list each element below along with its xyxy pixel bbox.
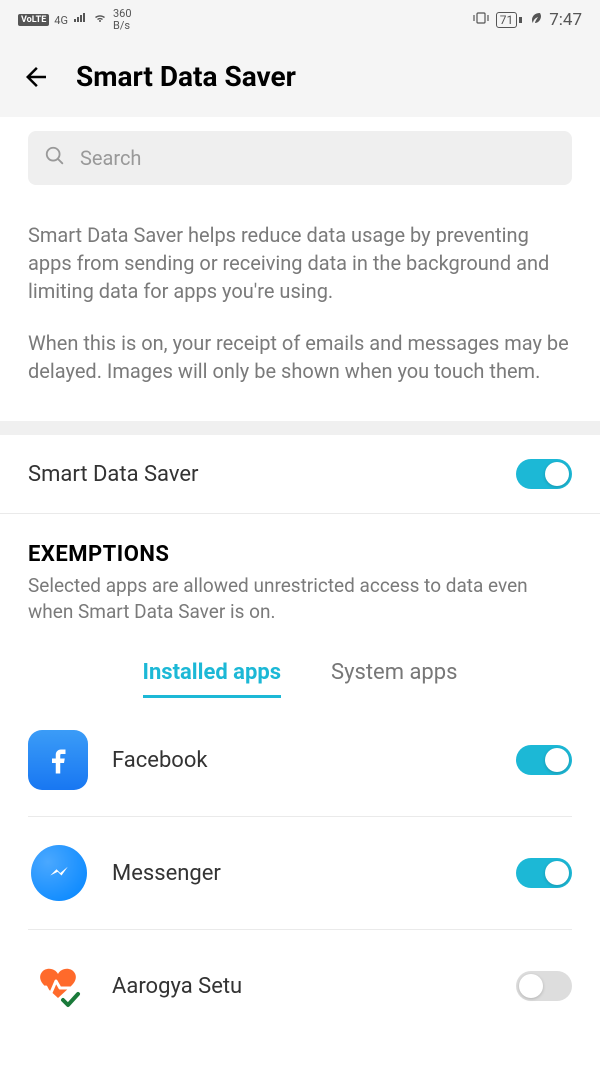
app-name-label: Messenger: [112, 861, 492, 886]
battery-tip-icon: [519, 12, 523, 28]
wifi-icon: [92, 12, 108, 28]
app-list: Facebook Messenger: [0, 704, 600, 1042]
app-toggle-messenger[interactable]: [516, 858, 572, 888]
status-left: VoLTE 4G 360 B/s: [18, 8, 132, 32]
messenger-icon: [28, 843, 88, 903]
search-section: Search: [0, 117, 600, 185]
app-row-facebook: Facebook: [28, 704, 572, 817]
search-input[interactable]: Search: [28, 131, 572, 185]
app-row-messenger: Messenger: [28, 817, 572, 930]
smart-data-saver-label: Smart Data Saver: [28, 462, 199, 487]
volte-badge: VoLTE: [18, 14, 49, 26]
arrow-left-icon: [21, 62, 51, 92]
smart-data-saver-row: Smart Data Saver: [0, 435, 600, 514]
search-icon: [44, 145, 66, 171]
aarogya-icon: [28, 956, 88, 1016]
page-title: Smart Data Saver: [76, 60, 296, 93]
app-name-label: Aarogya Setu: [112, 974, 492, 999]
app-toggle-aarogya[interactable]: [516, 971, 572, 1001]
section-divider: [0, 421, 600, 435]
status-right: 71 7:47: [472, 10, 582, 30]
facebook-icon: [28, 730, 88, 790]
network-4g: 4G: [54, 15, 68, 26]
status-bar: VoLTE 4G 360 B/s 71 7:47: [0, 0, 600, 40]
app-name-label: Facebook: [112, 748, 492, 773]
clock-time: 7:47: [549, 10, 582, 30]
data-speed: 360 B/s: [113, 8, 132, 32]
app-toggle-facebook[interactable]: [516, 745, 572, 775]
leaf-icon: [529, 11, 543, 29]
back-button[interactable]: [20, 61, 52, 93]
vibrate-icon: [472, 11, 490, 29]
smart-data-saver-toggle[interactable]: [516, 459, 572, 489]
tab-installed-apps[interactable]: Installed apps: [143, 660, 282, 698]
signal-icon: [73, 12, 87, 28]
page-header: Smart Data Saver: [0, 40, 600, 117]
battery-indicator: 71: [496, 12, 518, 28]
exemptions-subtitle: Selected apps are allowed unrestricted a…: [28, 573, 572, 624]
exemptions-title: EXEMPTIONS: [28, 542, 572, 567]
exemptions-section: EXEMPTIONS Selected apps are allowed unr…: [0, 514, 600, 624]
search-placeholder: Search: [80, 146, 141, 170]
description-text: Smart Data Saver helps reduce data usage…: [0, 185, 600, 421]
app-row-aarogya: Aarogya Setu: [28, 930, 572, 1042]
tab-system-apps[interactable]: System apps: [331, 660, 457, 698]
app-tabs: Installed apps System apps: [0, 660, 600, 698]
